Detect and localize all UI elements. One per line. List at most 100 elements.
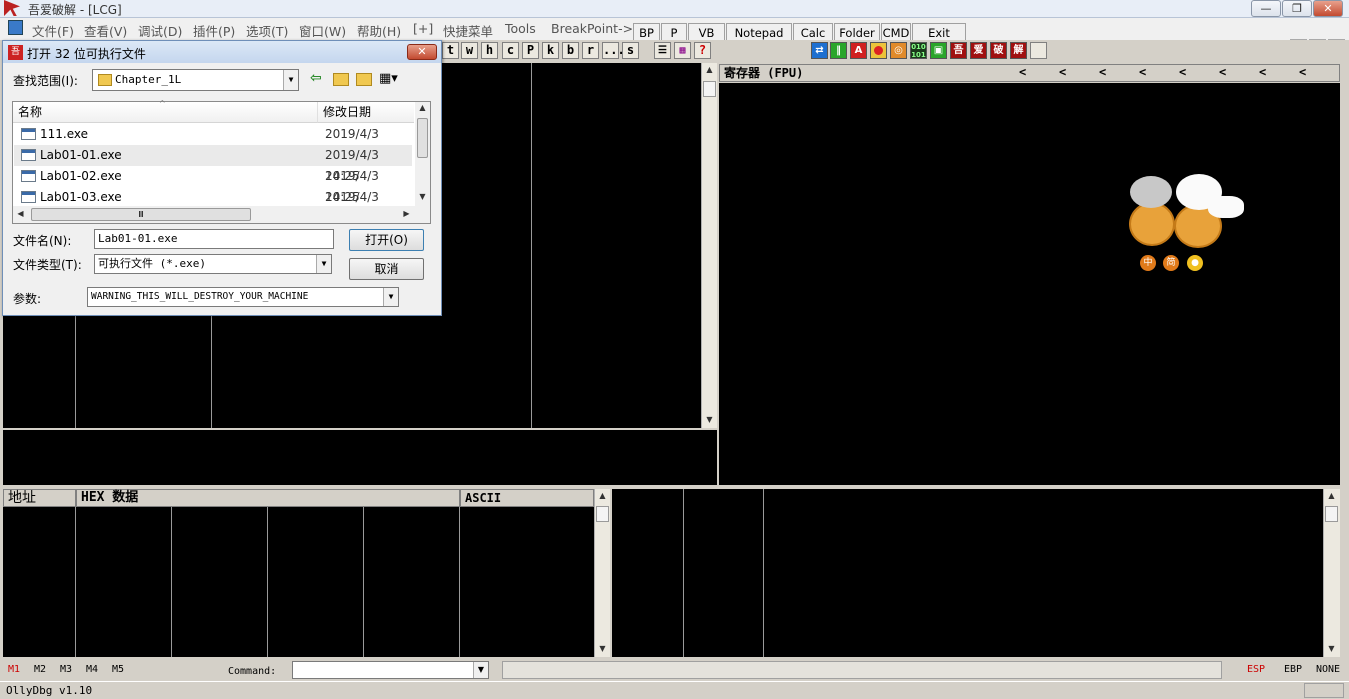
look-in-dropdown-arrow-icon[interactable]: ▼ (283, 70, 298, 90)
hscroll-thumb[interactable]: Ⅲ (31, 208, 251, 221)
cancel-button[interactable]: 取消 (349, 258, 424, 280)
col-header-modified[interactable]: 修改日期 (318, 102, 414, 123)
marker-m3[interactable]: M3 (60, 664, 72, 675)
toolbar-h-button[interactable]: h (481, 42, 498, 59)
reg-none[interactable]: NONE (1316, 664, 1340, 675)
filelist-hscroll[interactable]: ◀ Ⅲ ▶ (13, 206, 430, 223)
filetype-dropdown-arrow-icon[interactable]: ▼ (316, 255, 331, 273)
dialog-title-bar[interactable]: 吾 打开 32 位可执行文件 ✕ (3, 41, 441, 63)
toolbar-ai-icon[interactable]: 爱 (970, 42, 987, 59)
scroll-up-arrow-icon[interactable]: ▲ (595, 491, 610, 500)
scroll-right-arrow-icon[interactable]: ▶ (399, 209, 414, 218)
toolbar-r-button[interactable]: r (582, 42, 599, 59)
help-icon[interactable]: ? (694, 42, 711, 59)
maximize-button[interactable]: ❐ (1282, 0, 1312, 17)
reg-ebp[interactable]: EBP (1284, 664, 1302, 675)
up-folder-icon[interactable] (333, 73, 349, 86)
command-dropdown-arrow-icon[interactable]: ▼ (473, 662, 488, 678)
scroll-up-arrow-icon[interactable]: ▲ (415, 103, 430, 112)
scroll-thumb[interactable] (1325, 506, 1338, 522)
stack-scrollbar[interactable]: ▲ ▼ (1323, 489, 1340, 657)
menu-help[interactable]: 帮助(H) (357, 21, 401, 40)
register-arrow[interactable]: < (1019, 65, 1026, 79)
register-arrow[interactable]: < (1219, 65, 1226, 79)
badge-jian[interactable]: 简 (1163, 255, 1179, 271)
file-row[interactable]: Lab01-02.exe 2019/4/3 14:25 (14, 166, 412, 204)
target-icon[interactable]: ◎ (890, 42, 907, 59)
file-row[interactable]: Lab01-03.exe 2019/4/3 14:25 (14, 187, 412, 225)
scroll-down-arrow-icon[interactable]: ▼ (1324, 644, 1339, 653)
scroll-down-arrow-icon[interactable]: ▼ (702, 415, 717, 424)
toolbar-c-button[interactable]: c (502, 42, 519, 59)
dump-pane[interactable] (3, 507, 594, 657)
scroll-down-arrow-icon[interactable]: ▼ (595, 644, 610, 653)
toolbar-k-button[interactable]: k (542, 42, 559, 59)
font-icon[interactable]: A (850, 42, 867, 59)
scroll-up-arrow-icon[interactable]: ▲ (1324, 491, 1339, 500)
pause-icon[interactable]: ‖ (830, 42, 847, 59)
stack-pane[interactable] (612, 489, 1323, 657)
menu-quick[interactable]: 快捷菜单 (443, 21, 493, 40)
command-input[interactable]: ▼ (292, 661, 489, 679)
marker-m5[interactable]: M5 (112, 664, 124, 675)
back-arrow-icon[interactable]: ⇦ (310, 70, 322, 86)
register-arrow[interactable]: < (1139, 65, 1146, 79)
view-menu-icon[interactable]: ▦▾ (379, 71, 398, 86)
toolbar-empty-button[interactable] (1030, 42, 1047, 59)
minimize-button[interactable]: — (1251, 0, 1281, 17)
dump-scrollbar[interactable]: ▲ ▼ (594, 489, 610, 657)
menu-file[interactable]: 文件(F) (32, 21, 74, 40)
record-icon[interactable] (870, 42, 887, 59)
refresh-icon[interactable]: ⇄ (811, 42, 828, 59)
menu-plus[interactable]: [+] (413, 21, 433, 36)
toolbar-s-button[interactable]: s (622, 42, 639, 59)
menu-plugins[interactable]: 插件(P) (193, 21, 235, 40)
toolbar-t-button[interactable]: t (442, 42, 459, 59)
disasm-scrollbar[interactable]: ▲ ▼ (701, 63, 717, 428)
register-arrow[interactable]: < (1179, 65, 1186, 79)
file-list[interactable]: 名称 ^ 修改日期 111.exe 2019/4/3 14:25 Lab01-0… (12, 99, 431, 225)
menu-options[interactable]: 选项(T) (246, 21, 288, 40)
scroll-up-arrow-icon[interactable]: ▲ (702, 65, 717, 74)
menu-tools[interactable]: Tools (505, 21, 536, 36)
register-arrow[interactable]: < (1299, 65, 1306, 79)
toolbar-ellipsis-button[interactable]: ... (602, 42, 625, 59)
reg-esp[interactable]: ESP (1247, 664, 1265, 675)
dialog-close-button[interactable]: ✕ (407, 44, 437, 60)
filetype-combo[interactable]: 可执行文件 (*.exe) ▼ (94, 254, 332, 274)
file-row-selected[interactable]: Lab01-01.exe 2019/4/3 14:25 (14, 145, 412, 183)
toolbar-w-button[interactable]: w (461, 42, 478, 59)
scroll-thumb[interactable] (596, 506, 609, 522)
open-button[interactable]: 打开(O) (349, 229, 424, 251)
register-arrow[interactable]: < (1059, 65, 1066, 79)
toolbar-jie-icon[interactable]: 解 (1010, 42, 1027, 59)
binary-icon[interactable]: 010 101 (910, 42, 927, 59)
menu-view[interactable]: 查看(V) (84, 21, 127, 40)
scroll-thumb[interactable] (703, 81, 716, 97)
marker-m2[interactable]: M2 (34, 664, 46, 675)
register-arrow[interactable]: < (1099, 65, 1106, 79)
filelist-vscroll[interactable]: ▲ ▼ (415, 102, 430, 206)
filename-input[interactable]: Lab01-01.exe (94, 229, 334, 249)
look-in-combo[interactable]: Chapter_1L ▼ (92, 69, 299, 91)
scroll-left-arrow-icon[interactable]: ◀ (13, 209, 28, 218)
args-combo[interactable]: WARNING_THIS_WILL_DESTROY_YOUR_MACHINE ▼ (87, 287, 399, 307)
new-folder-icon[interactable] (356, 73, 372, 86)
marker-m4[interactable]: M4 (86, 664, 98, 675)
list-icon[interactable]: ☰ (654, 42, 671, 59)
file-row[interactable]: 111.exe 2019/4/3 14:25 (14, 124, 412, 162)
toolbar-b-button[interactable]: b (562, 42, 579, 59)
register-arrow[interactable]: < (1259, 65, 1266, 79)
args-dropdown-arrow-icon[interactable]: ▼ (383, 288, 398, 306)
toolbar-wu-icon[interactable]: 吾 (950, 42, 967, 59)
close-button[interactable]: ✕ (1313, 0, 1343, 17)
toolbar-po-icon[interactable]: 破 (990, 42, 1007, 59)
info-pane[interactable] (3, 430, 717, 485)
menu-window[interactable]: 窗口(W) (299, 21, 346, 40)
registers-pane[interactable] (719, 83, 1340, 485)
grid-icon[interactable]: ▦ (674, 42, 691, 59)
badge-gear-icon[interactable]: ● (1187, 255, 1203, 271)
scroll-thumb[interactable] (417, 118, 428, 158)
monitor-icon[interactable]: ▣ (930, 42, 947, 59)
menu-breakpoint[interactable]: BreakPoint-> (551, 21, 633, 36)
